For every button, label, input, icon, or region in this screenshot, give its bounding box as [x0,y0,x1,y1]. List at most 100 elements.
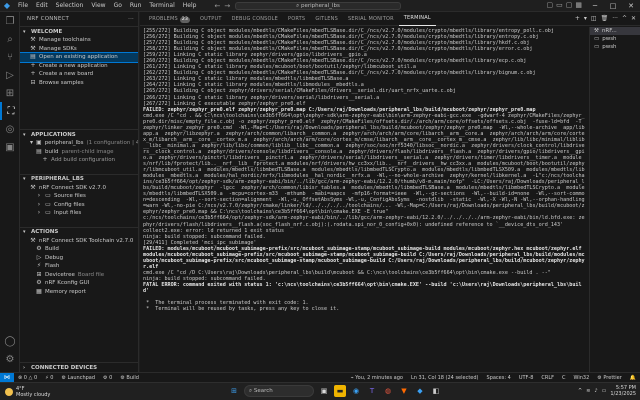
gitlens-icon[interactable]: ◎ [0,120,20,138]
explorer-icon[interactable]: ❐ [0,12,20,30]
vscode-taskbar-icon[interactable]: ◆ [414,385,426,397]
connected-devices-header[interactable]: › CONNECTED DEVICES [20,362,138,372]
app-taskbar-icon[interactable]: ◧ [430,385,442,397]
command-center[interactable]: ⌕ peripheral_lbs [235,2,401,10]
action-build[interactable]: ⚙ Build [20,245,138,254]
action-kconfig[interactable]: ⚙ nRF Kconfig GUI [20,279,138,288]
split-terminal-icon[interactable]: ◫ [591,15,597,22]
status-build[interactable]: ⚙ Build [116,375,143,381]
terminal-output[interactable]: [255/272] Building C object modules/mbed… [140,27,588,372]
nrf-connect-icon[interactable]: ⛶ [0,102,20,120]
status-language[interactable]: C [558,375,570,381]
more-actions-icon[interactable]: ··· [128,12,134,26]
menu-go[interactable]: Go [110,2,126,9]
menu-view[interactable]: View [87,2,109,9]
terminal-item-pwsh-2[interactable]: ▭ pwsh [590,43,640,51]
applications-section-header[interactable]: ▾ APPLICATIONS [20,129,138,139]
clock[interactable]: 5:57 PM 1/23/2025 [610,385,636,397]
action-flash[interactable]: ⚡ Flash [20,262,138,271]
status-ports[interactable]: ⚡ 0 [41,375,57,381]
teams-icon[interactable]: T [366,385,378,397]
status-encoding[interactable]: UTF-8 [515,375,538,381]
weather-widget[interactable]: 4°F Mostly cloudy [0,386,120,398]
tab-output[interactable]: OUTPUT [195,12,227,26]
status-platform[interactable]: Win32 [570,375,594,381]
maximize-icon[interactable]: □ [604,0,622,12]
action-debug[interactable]: ▷ Debug [20,254,138,263]
menu-file[interactable]: File [14,2,32,9]
brave-icon[interactable]: ▼ [398,385,410,397]
welcome-section-header[interactable]: ▾ WELCOME [20,26,138,36]
status-eol[interactable]: CRLF [537,375,558,381]
status-cursor[interactable]: Ln 31, Col 18 (24 selected) [407,375,483,381]
forward-arrow-icon[interactable]: → [224,2,230,10]
customize-layout-icon[interactable]: ▦ [575,1,582,9]
status-prettier[interactable]: ⚙ Prettier [593,375,625,381]
taskbar-search[interactable]: ⌕ Search [244,385,314,397]
toggle-sidebar-icon[interactable]: ▢ [547,1,554,9]
input-files-item[interactable]: › ▭ Input files [20,209,138,218]
remote-indicator-icon[interactable]: ⋈ [0,372,14,383]
menu-edit[interactable]: Edit [32,2,52,9]
maximize-panel-icon[interactable]: ^ [622,15,627,22]
source-files-item[interactable]: › ▭ Source files [20,192,138,201]
terminal-item-pwsh-1[interactable]: ▭ pwsh [590,35,640,43]
account-icon[interactable]: ◯ [0,332,20,350]
close-icon[interactable]: ✕ [622,0,640,12]
tray-chevron-icon[interactable]: ^ [578,388,582,394]
wifi-icon[interactable]: ≋ [586,388,590,394]
source-control-icon[interactable]: ⑂ [0,48,20,66]
file-explorer-icon[interactable]: ▬ [334,385,346,397]
chrome-icon[interactable]: ◍ [382,385,394,397]
open-existing-app-item[interactable]: ▤ Open an existing application [20,52,138,63]
back-arrow-icon[interactable]: ← [214,2,220,10]
create-new-app-item[interactable]: + Create a new application [20,62,138,71]
create-new-board-item[interactable]: + Create a new board [20,70,138,79]
status-indent[interactable]: Spaces: 4 [483,375,515,381]
run-debug-icon[interactable]: ▷ [0,66,20,84]
more-actions-icon[interactable]: ··· [612,15,618,22]
minimize-icon[interactable]: ─ [586,0,604,12]
search-view-icon[interactable]: ⌕ [0,30,20,48]
status-tasks[interactable]: ⚙ 0 [99,375,116,381]
menu-help[interactable]: Help [179,2,201,9]
remote-explorer-icon[interactable]: ▣ [0,138,20,156]
close-panel-icon[interactable]: ✕ [631,15,636,22]
menu-selection[interactable]: Selection [52,2,88,9]
status-problems[interactable]: ⊗ 0 △ 0 [14,375,41,381]
action-memory-report[interactable]: ▦ Memory report [20,288,138,297]
action-devicetree[interactable]: ⊞ Devicetree Board file [20,271,138,280]
menu-terminal[interactable]: Terminal [145,2,178,9]
new-terminal-icon[interactable]: + [575,15,580,22]
extensions-icon[interactable]: ⊞ [0,84,20,102]
trash-icon[interactable]: 🗑 [601,15,609,22]
actions-section-header[interactable]: ▾ ACTIONS [20,226,138,237]
build-config-item[interactable]: ▤ build parent-child image [20,148,138,157]
toolchain-version-item[interactable]: ⚒ nRF Connect SDK Toolchain v2.7.0 [20,237,138,246]
browse-samples-item[interactable]: ⊟ Browse samples [20,79,138,88]
status-launchpad[interactable]: ⚙ Launchpad [57,375,99,381]
terminal-item-nrf[interactable]: ⚒ nRF... [590,27,640,35]
config-files-item[interactable]: › ▭ Config files [20,201,138,210]
sdk-version-item[interactable]: ⚒ nRF Connect SDK v2.7.0 [20,184,138,193]
task-view-icon[interactable]: ▣ [318,385,330,397]
manage-gear-icon[interactable]: ⚙ [0,350,20,368]
app-peripheral-lbs[interactable]: ▾▣peripheral_lbs(1 configuration | 4 c..… [20,139,138,148]
chevron-down-icon[interactable]: ▾ [584,15,587,22]
volume-icon[interactable]: ♪ [594,388,597,394]
toggle-secondary-sidebar-icon[interactable]: ▢ [566,1,573,9]
manage-sdks-item[interactable]: ⚒ Manage SDKs [20,45,138,54]
add-build-config-item[interactable]: + Add build configuration [20,156,138,165]
menu-run[interactable]: Run [126,2,146,9]
windows-start-icon[interactable]: ⊞ [228,385,240,397]
notifications-bell-icon[interactable]: 🔔 [626,375,640,381]
tab-terminal[interactable]: TERMINAL [398,11,436,26]
edge-browser-icon[interactable]: ◉ [350,385,362,397]
tab-gitlens[interactable]: GITLENS [310,12,343,26]
tab-ports[interactable]: PORTS [283,12,310,26]
battery-icon[interactable]: ▭ [602,388,607,394]
tab-problems[interactable]: PROBLEMS 23 [144,12,195,26]
status-blame[interactable]: ⌁ You, 2 minutes ago [347,375,407,381]
tab-serial-monitor[interactable]: SERIAL MONITOR [343,12,399,26]
toggle-panel-icon[interactable]: ▭ [556,1,563,9]
